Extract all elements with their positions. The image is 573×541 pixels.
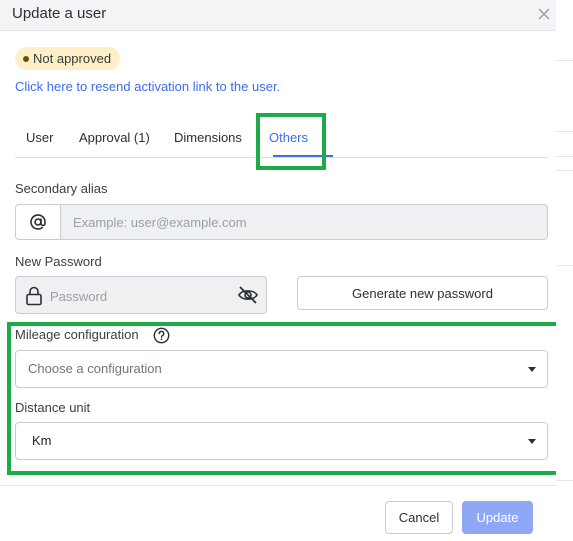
status-dot-icon (23, 55, 29, 62)
divider (556, 156, 573, 157)
divider (556, 265, 573, 266)
dialog-title: Update a user (12, 5, 107, 22)
at-sign-icon (16, 205, 61, 239)
divider (556, 480, 573, 481)
secondary-alias-input[interactable] (61, 205, 547, 239)
tab-approval[interactable]: Approval (1) (79, 130, 150, 145)
tab-user[interactable]: User (26, 130, 53, 145)
status-badge: Not approved (15, 47, 121, 70)
eye-off-icon[interactable] (237, 285, 259, 305)
update-user-dialog: Update a user Not approved Click here to… (0, 0, 568, 541)
secondary-alias-label: Secondary alias (15, 181, 108, 196)
new-password-label: New Password (15, 254, 102, 269)
close-icon[interactable] (536, 6, 552, 22)
tab-dimensions[interactable]: Dimensions (174, 130, 242, 145)
divider (556, 170, 573, 171)
divider (556, 131, 573, 132)
password-field (15, 276, 267, 315)
highlight-box-tab (256, 113, 326, 170)
status-badge-label: Not approved (33, 51, 112, 66)
background-page-strip (556, 0, 573, 541)
highlight-box-mileage (7, 322, 568, 475)
divider (556, 60, 573, 61)
lock-icon (26, 286, 42, 306)
footer-divider (0, 485, 556, 486)
cancel-button[interactable]: Cancel (385, 501, 453, 534)
update-button[interactable]: Update (462, 501, 533, 534)
generate-password-button[interactable]: Generate new password (297, 276, 548, 310)
dialog-header: Update a user (0, 0, 556, 31)
resend-activation-link[interactable]: Click here to resend activation link to … (15, 79, 280, 94)
password-input[interactable] (48, 277, 232, 315)
secondary-alias-field (15, 204, 548, 240)
